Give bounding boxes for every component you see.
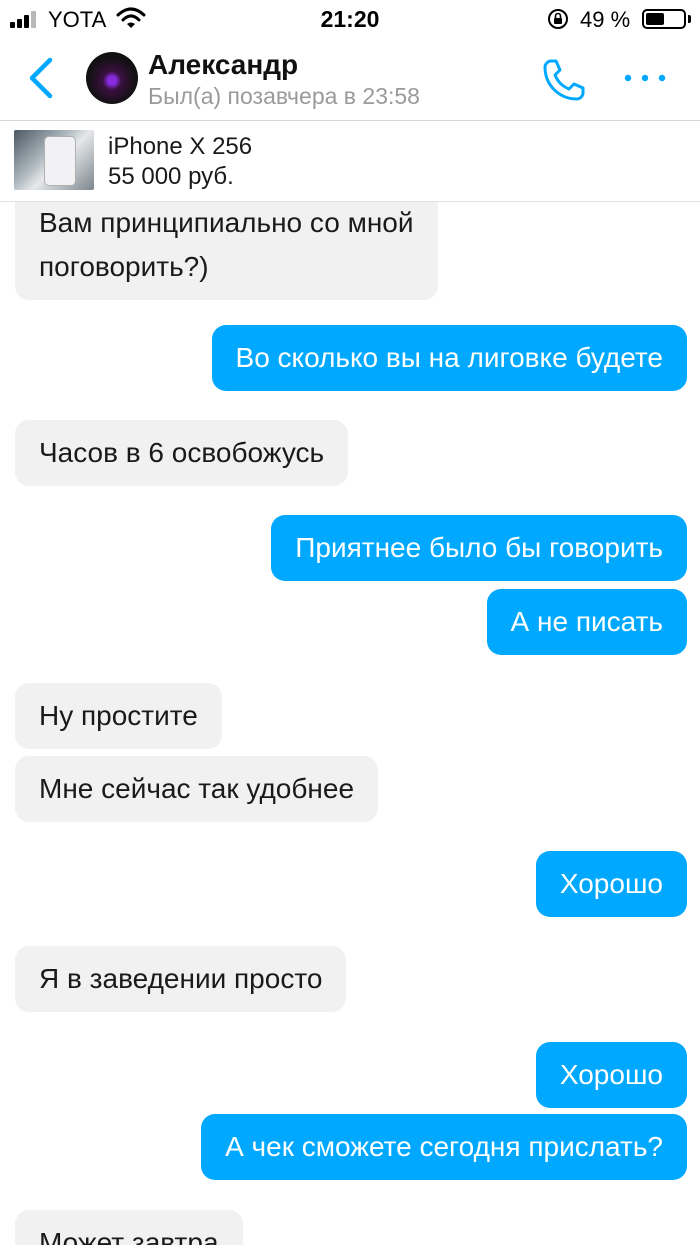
rotation-lock-icon — [548, 9, 568, 29]
message-bubble-incoming[interactable]: Может завтра — [15, 1210, 243, 1245]
listing-card[interactable]: iPhone X 256 55 000 руб. — [0, 121, 700, 202]
message-bubble-incoming[interactable]: Ну простите — [15, 683, 222, 749]
message-bubble-outgoing[interactable]: А не писать — [486, 589, 687, 655]
contact-name[interactable]: Александр — [148, 49, 298, 81]
battery-tip — [688, 15, 691, 23]
message-bubble-incoming[interactable]: Часов в 6 освобожусь — [15, 420, 349, 486]
last-seen-status: Был(а) позавчера в 23:58 — [148, 83, 420, 109]
battery-icon — [642, 9, 686, 29]
message-bubble-incoming[interactable]: Мне сейчас так удобнее — [15, 756, 379, 822]
message-bubble-outgoing[interactable]: Хорошо — [535, 851, 687, 917]
avatar[interactable] — [86, 52, 138, 104]
chat-header: Александр Был(а) позавчера в 23:58 — [0, 40, 700, 121]
message-bubble-outgoing[interactable]: Во сколько вы на лиговке будете — [211, 325, 687, 391]
status-bar: YOTA 21:20 49 % — [0, 0, 700, 40]
message-list[interactable]: Вам принципиально со мной поговорить?) В… — [0, 202, 700, 1245]
message-bubble-incoming[interactable]: Я в заведении просто — [15, 946, 347, 1012]
listing-price: 55 000 руб. — [108, 163, 234, 190]
listing-title: iPhone X 256 — [108, 133, 253, 160]
message-text: поговорить?) — [39, 251, 209, 282]
listing-thumbnail[interactable] — [14, 130, 94, 190]
message-bubble-incoming[interactable]: Вам принципиально со мной поговорить?) — [15, 202, 438, 300]
battery-percentage: 49 % — [580, 7, 631, 32]
message-bubble-outgoing[interactable]: Приятнее было бы говорить — [271, 515, 687, 581]
phone-icon[interactable] — [540, 56, 588, 104]
more-options-icon[interactable] — [620, 66, 670, 90]
message-text: Вам принципиально со мной — [39, 207, 414, 238]
message-bubble-outgoing[interactable]: А чек сможете сегодня прислать? — [201, 1114, 687, 1180]
back-chevron-icon[interactable] — [24, 56, 60, 100]
message-bubble-outgoing[interactable]: Хорошо — [535, 1042, 687, 1108]
